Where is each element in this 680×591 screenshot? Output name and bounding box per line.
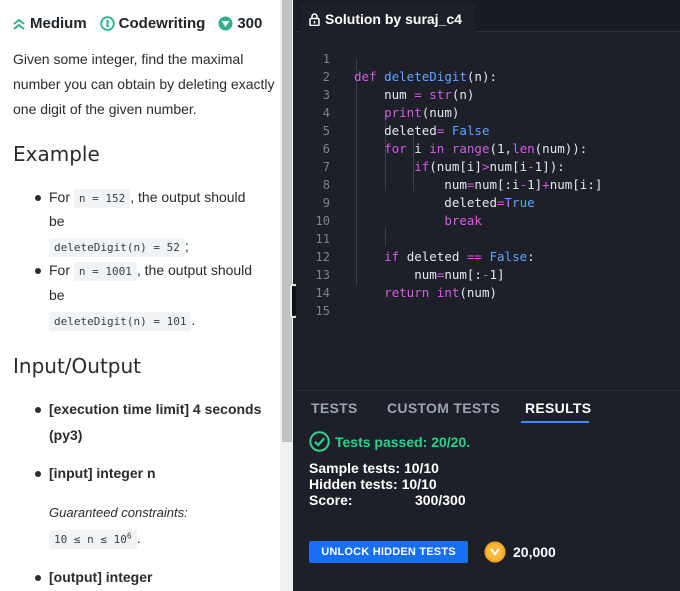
tab-custom-tests[interactable]: CUSTOM TESTS <box>387 400 500 416</box>
lock-icon <box>309 12 320 26</box>
line-number: 15 <box>315 304 330 318</box>
points-icon <box>218 16 233 31</box>
tab-results[interactable]: RESULTS <box>525 400 591 416</box>
tab-tests[interactable]: TESTS <box>311 400 358 416</box>
example-1-output: deleteDigit(n) = 52 <box>49 238 185 257</box>
list-bullet <box>35 471 41 477</box>
example-1-line-1: For n = 152, the output should <box>49 189 245 208</box>
check-circle-icon <box>309 431 330 452</box>
score-row: Score: 300/300 <box>309 492 466 508</box>
description-scrollbar-thumb[interactable] <box>282 0 292 442</box>
coin-icon <box>484 541 506 563</box>
code-editor-panel: Solution by suraj_c4 1 def deleteDigit(n… <box>296 0 680 591</box>
example-2-line-1: For n = 1001, the output should <box>49 262 252 281</box>
unlock-hidden-tests-button[interactable]: UNLOCK HIDDEN TESTS <box>309 541 468 563</box>
category-badge: Codewriting <box>99 15 206 32</box>
solution-tab[interactable]: Solution by suraj_c4 <box>301 4 475 32</box>
list-bullet <box>35 575 41 581</box>
difficulty-badge: Medium <box>12 15 87 32</box>
code-line: 6 if(num[i]>num[i-1]): <box>296 122 680 174</box>
example-1-line-2: be <box>49 213 65 229</box>
execution-limit-line-1: [execution time limit] 4 seconds <box>49 401 262 417</box>
code-line: 9 break <box>296 176 680 228</box>
task-description: Given some integer, find the maximal num… <box>13 51 275 117</box>
code-line: 1 def deleteDigit(n): <box>296 32 680 84</box>
tests-passed-text: Tests passed: 20/20. <box>335 433 471 450</box>
code-line: 8 deleted=True <box>296 158 680 210</box>
tests-passed-status: Tests passed: 20/20. <box>309 431 470 452</box>
code-line: 10 <box>296 194 680 228</box>
code-line: 13 return int(num) <box>296 248 680 300</box>
constraint-code: 10 ≤ n ≤ 106 <box>49 530 137 549</box>
io-heading: Input/Output <box>13 354 141 378</box>
points-badge: 300 <box>218 15 262 32</box>
output-spec: [output] integer <box>49 569 153 585</box>
code-line: 15 <box>296 284 680 318</box>
editor-tab-bar: Solution by suraj_c4 <box>296 0 680 32</box>
code-area[interactable]: 1 def deleteDigit(n): 2 num = str(n) 3 p… <box>296 32 680 390</box>
example-heading: Example <box>13 142 100 166</box>
difficulty-label: Medium <box>30 15 87 32</box>
constraints-line: 10 ≤ n ≤ 106. <box>49 530 141 549</box>
example-2-line-3: deleteDigit(n) = 101. <box>49 312 195 331</box>
sample-tests-row: Sample tests: 10/10 <box>309 460 439 476</box>
list-bullet <box>35 195 41 201</box>
results-panel: TESTS CUSTOM TESTS RESULTS Tests passed:… <box>296 390 680 591</box>
constraints-label: Guaranteed constraints: <box>49 505 188 520</box>
category-label: Codewriting <box>118 15 206 32</box>
task-description-panel: Medium Codewriting 300 Given some intege… <box>0 0 280 591</box>
input-spec: [input] integer n <box>49 465 156 481</box>
code-line: 14 <box>296 266 680 300</box>
code-line: 12 num=num[:-1] <box>296 230 680 282</box>
task-meta: Medium Codewriting 300 <box>12 15 275 32</box>
code-line: 4 deleted= False <box>296 86 680 138</box>
code-line: 2 num = str(n) <box>296 50 680 102</box>
code-line: 7 num=num[:i-1]+num[i:] <box>296 140 680 192</box>
codewriting-icon <box>99 16 115 31</box>
active-tab-indicator <box>521 421 589 423</box>
example-1-input: n = 152 <box>73 189 131 208</box>
coin-balance: 20,000 <box>513 544 556 560</box>
execution-limit-line-2: (py3) <box>49 427 83 443</box>
code-line: 11 if deleted == False: <box>296 212 680 264</box>
code-line: 3 print(num) <box>296 68 680 120</box>
points-label: 300 <box>237 15 263 32</box>
solution-tab-title: Solution by suraj_c4 <box>325 11 462 27</box>
double-chevron-up-icon <box>13 18 25 30</box>
example-2-line-2: be <box>49 287 65 303</box>
list-bullet <box>35 407 41 413</box>
hidden-tests-row: Hidden tests: 10/10 <box>309 476 437 492</box>
example-2-output: deleteDigit(n) = 101 <box>49 312 192 331</box>
example-1-line-3: deleteDigit(n) = 52; <box>49 238 189 257</box>
list-bullet <box>35 268 41 274</box>
code-line: 5 for i in range(1,len(num)): <box>296 104 680 156</box>
example-2-input: n = 1001 <box>73 262 137 281</box>
